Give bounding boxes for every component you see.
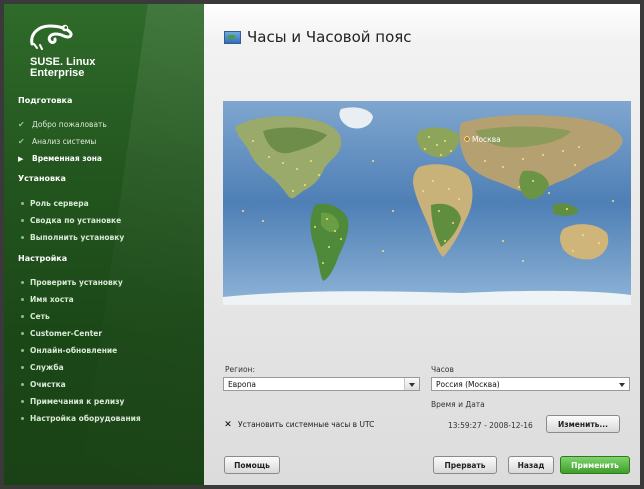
sidebar-item-network: Сеть: [18, 312, 50, 321]
section-prep: Подготовка: [18, 96, 73, 105]
sidebar-item-timezone: ▶ Временная зона: [18, 154, 102, 163]
selected-city-label: Москва: [472, 135, 501, 144]
utc-label: Установить системные часы в UTC: [238, 420, 375, 429]
bullet-icon: [21, 202, 24, 205]
sidebar-item-label: Анализ системы: [32, 137, 97, 146]
section-install: Установка: [18, 174, 66, 183]
sidebar: SUSE. Linux Enterprise Подготовка ✔ Добр…: [4, 4, 204, 485]
sidebar-item-label: Очистка: [30, 380, 66, 389]
sidebar-item-cleanup: Очистка: [18, 380, 66, 389]
timezone-value: Россия (Москва): [436, 380, 500, 389]
region-label: Регион:: [225, 365, 255, 374]
sidebar-item-label: Сеть: [30, 312, 50, 321]
sidebar-item-customer-center: Customer-Center: [18, 329, 102, 338]
back-button[interactable]: Назад: [508, 456, 554, 474]
sidebar-item-label: Роль сервера: [30, 199, 89, 208]
region-select[interactable]: Европа: [223, 377, 420, 391]
help-button[interactable]: Помощь: [224, 456, 280, 474]
change-datetime-button[interactable]: Изменить...: [546, 415, 620, 433]
sidebar-item-label: Служба: [30, 363, 64, 372]
sidebar-item-analysis: ✔ Анализ системы: [18, 137, 96, 146]
sidebar-item-perform-install: Выполнить установку: [18, 233, 124, 242]
sidebar-item-server-role: Роль сервера: [18, 199, 89, 208]
sidebar-item-online-update: Онлайн-обновление: [18, 346, 117, 355]
current-arrow-icon: ▶: [18, 154, 24, 163]
check-icon: ✔: [18, 120, 25, 129]
sidebar-item-welcome: ✔ Добро пожаловать: [18, 120, 107, 129]
page-title-text: Часы и Часовой пояс: [247, 28, 412, 46]
page-title: Часы и Часовой пояс: [224, 28, 412, 46]
suse-chameleon-icon: [30, 24, 73, 50]
sidebar-item-install-summary: Сводка по установке: [18, 216, 121, 225]
world-clock-icon: [224, 30, 241, 44]
utc-checkbox[interactable]: ✕ Установить системные часы в UTC: [224, 420, 374, 429]
brand-name: SUSE. Linux Enterprise: [30, 57, 95, 79]
bullet-icon: [21, 332, 24, 335]
bullet-icon: [21, 417, 24, 420]
sidebar-item-label: Онлайн-обновление: [30, 346, 118, 355]
brand-line2: Enterprise: [30, 67, 85, 79]
clock-label: Часов: [431, 365, 454, 374]
timezone-select[interactable]: Россия (Москва): [431, 377, 630, 391]
world-map-image: Москва: [223, 101, 631, 305]
sidebar-item-service: Служба: [18, 363, 64, 372]
region-value: Европа: [228, 380, 257, 389]
installer-window: SUSE. Linux Enterprise Подготовка ✔ Добр…: [0, 0, 644, 489]
sidebar-item-label: Примечания к релизу: [30, 397, 125, 406]
sidebar-item-label: Проверить установку: [30, 278, 123, 287]
checkbox-checked-icon: ✕: [224, 419, 232, 430]
sidebar-item-label: Временная зона: [32, 154, 102, 163]
sidebar-item-label: Сводка по установке: [30, 216, 122, 225]
chevron-down-icon: [615, 378, 629, 390]
apply-button[interactable]: Применить: [560, 456, 630, 474]
bullet-icon: [21, 349, 24, 352]
sidebar-item-label: Настройка оборудования: [30, 414, 141, 423]
bullet-icon: [21, 298, 24, 301]
abort-button[interactable]: Прервать: [433, 456, 497, 474]
bullet-icon: [21, 366, 24, 369]
selected-city-marker: [464, 136, 470, 142]
bullet-icon: [21, 400, 24, 403]
bullet-icon: [21, 315, 24, 318]
datetime-value: 13:59:27 - 2008-12-16: [448, 421, 533, 430]
bullet-icon: [21, 383, 24, 386]
sidebar-item-label: Имя хоста: [30, 295, 74, 304]
datetime-label: Время и Дата: [431, 400, 485, 409]
world-map[interactable]: Москва: [223, 101, 631, 305]
sidebar-item-label: Выполнить установку: [30, 233, 125, 242]
check-icon: ✔: [18, 137, 25, 146]
sidebar-item-hardware-config: Настройка оборудования: [18, 414, 141, 423]
sidebar-item-label: Customer-Center: [30, 329, 103, 338]
section-config: Настройка: [18, 254, 68, 263]
sidebar-item-label: Добро пожаловать: [32, 120, 107, 129]
chevron-down-icon: [404, 378, 419, 390]
bullet-icon: [21, 236, 24, 239]
main-panel: Часы и Часовой пояс Москва Регион: Европ…: [204, 4, 640, 485]
bullet-icon: [21, 281, 24, 284]
bullet-icon: [21, 219, 24, 222]
sidebar-item-check-install: Проверить установку: [18, 278, 123, 287]
sidebar-item-hostname: Имя хоста: [18, 295, 74, 304]
sidebar-item-release-notes: Примечания к релизу: [18, 397, 124, 406]
sidebar-sheen: [80, 4, 204, 485]
